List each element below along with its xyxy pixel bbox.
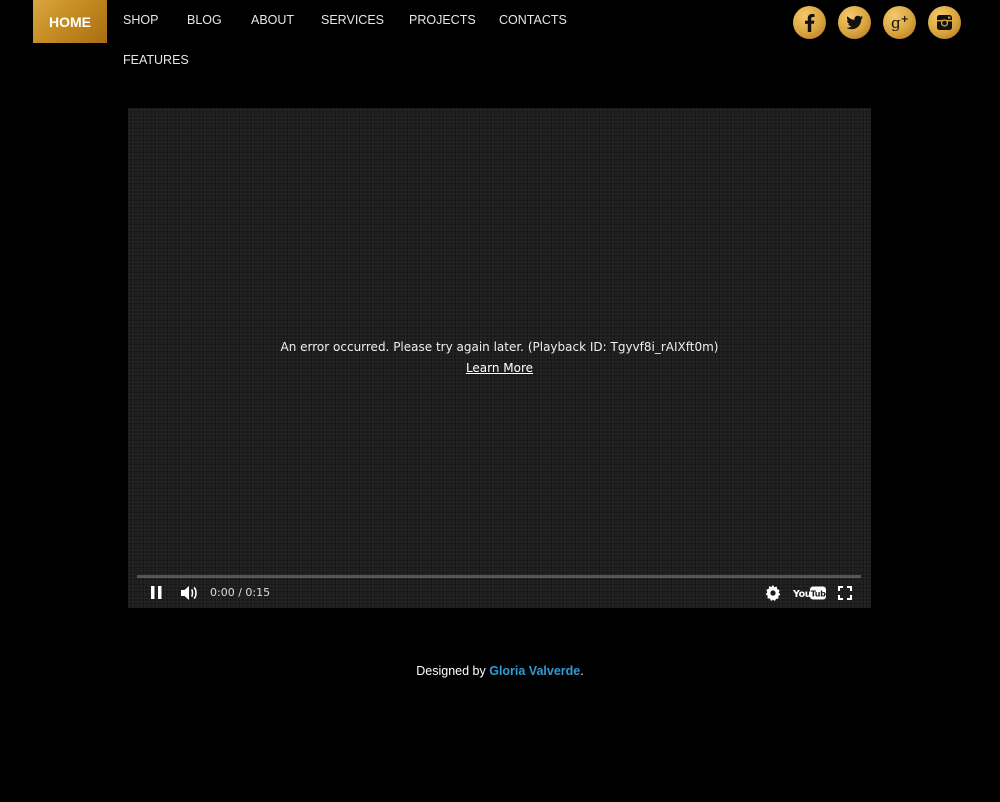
fullscreen-icon [838, 586, 852, 600]
settings-button[interactable] [765, 585, 781, 601]
facebook-icon [805, 14, 815, 32]
learn-more-link[interactable]: Learn More [466, 361, 533, 375]
instagram-button[interactable] [928, 6, 961, 39]
nav-shop[interactable]: SHOP [123, 13, 158, 27]
author-link[interactable]: Gloria Valverde [489, 664, 580, 678]
pause-button[interactable] [150, 585, 164, 601]
gear-icon [765, 585, 781, 601]
twitter-icon [846, 15, 863, 30]
nav-about[interactable]: ABOUT [251, 13, 294, 27]
facebook-button[interactable] [793, 6, 826, 39]
nav-home[interactable]: HOME [33, 0, 107, 43]
footer-prefix: Designed by [416, 664, 490, 678]
volume-button[interactable] [180, 585, 200, 601]
nav-services[interactable]: SERVICES [321, 13, 384, 27]
svg-text:Tube: Tube [811, 590, 826, 599]
nav-projects[interactable]: PROJECTS [409, 13, 476, 27]
progress-bar[interactable] [137, 575, 861, 578]
footer-suffix: . [580, 664, 584, 678]
google-plus-icon: g + [891, 14, 909, 32]
instagram-icon [937, 15, 952, 30]
svg-text:You: You [793, 589, 811, 600]
time-display: 0:00 / 0:15 [210, 586, 271, 599]
pause-icon [151, 586, 162, 599]
nav-contacts[interactable]: CONTACTS [499, 13, 567, 27]
fullscreen-button[interactable] [838, 585, 852, 601]
nav-blog[interactable]: BLOG [187, 13, 222, 27]
google-plus-button[interactable]: g + [883, 6, 916, 39]
footer-credit: Designed by Gloria Valverde. [0, 664, 1000, 678]
youtube-logo-button[interactable]: You Tube [793, 585, 826, 601]
youtube-logo-icon: You Tube [793, 586, 826, 600]
twitter-button[interactable] [838, 6, 871, 39]
video-player[interactable]: An error occurred. Please try again late… [128, 108, 871, 608]
error-message: An error occurred. Please try again late… [280, 340, 719, 354]
svg-text:g: g [891, 14, 901, 32]
volume-icon [181, 586, 197, 600]
nav-features[interactable]: FEATURES [123, 53, 189, 67]
svg-text:+: + [901, 14, 909, 25]
